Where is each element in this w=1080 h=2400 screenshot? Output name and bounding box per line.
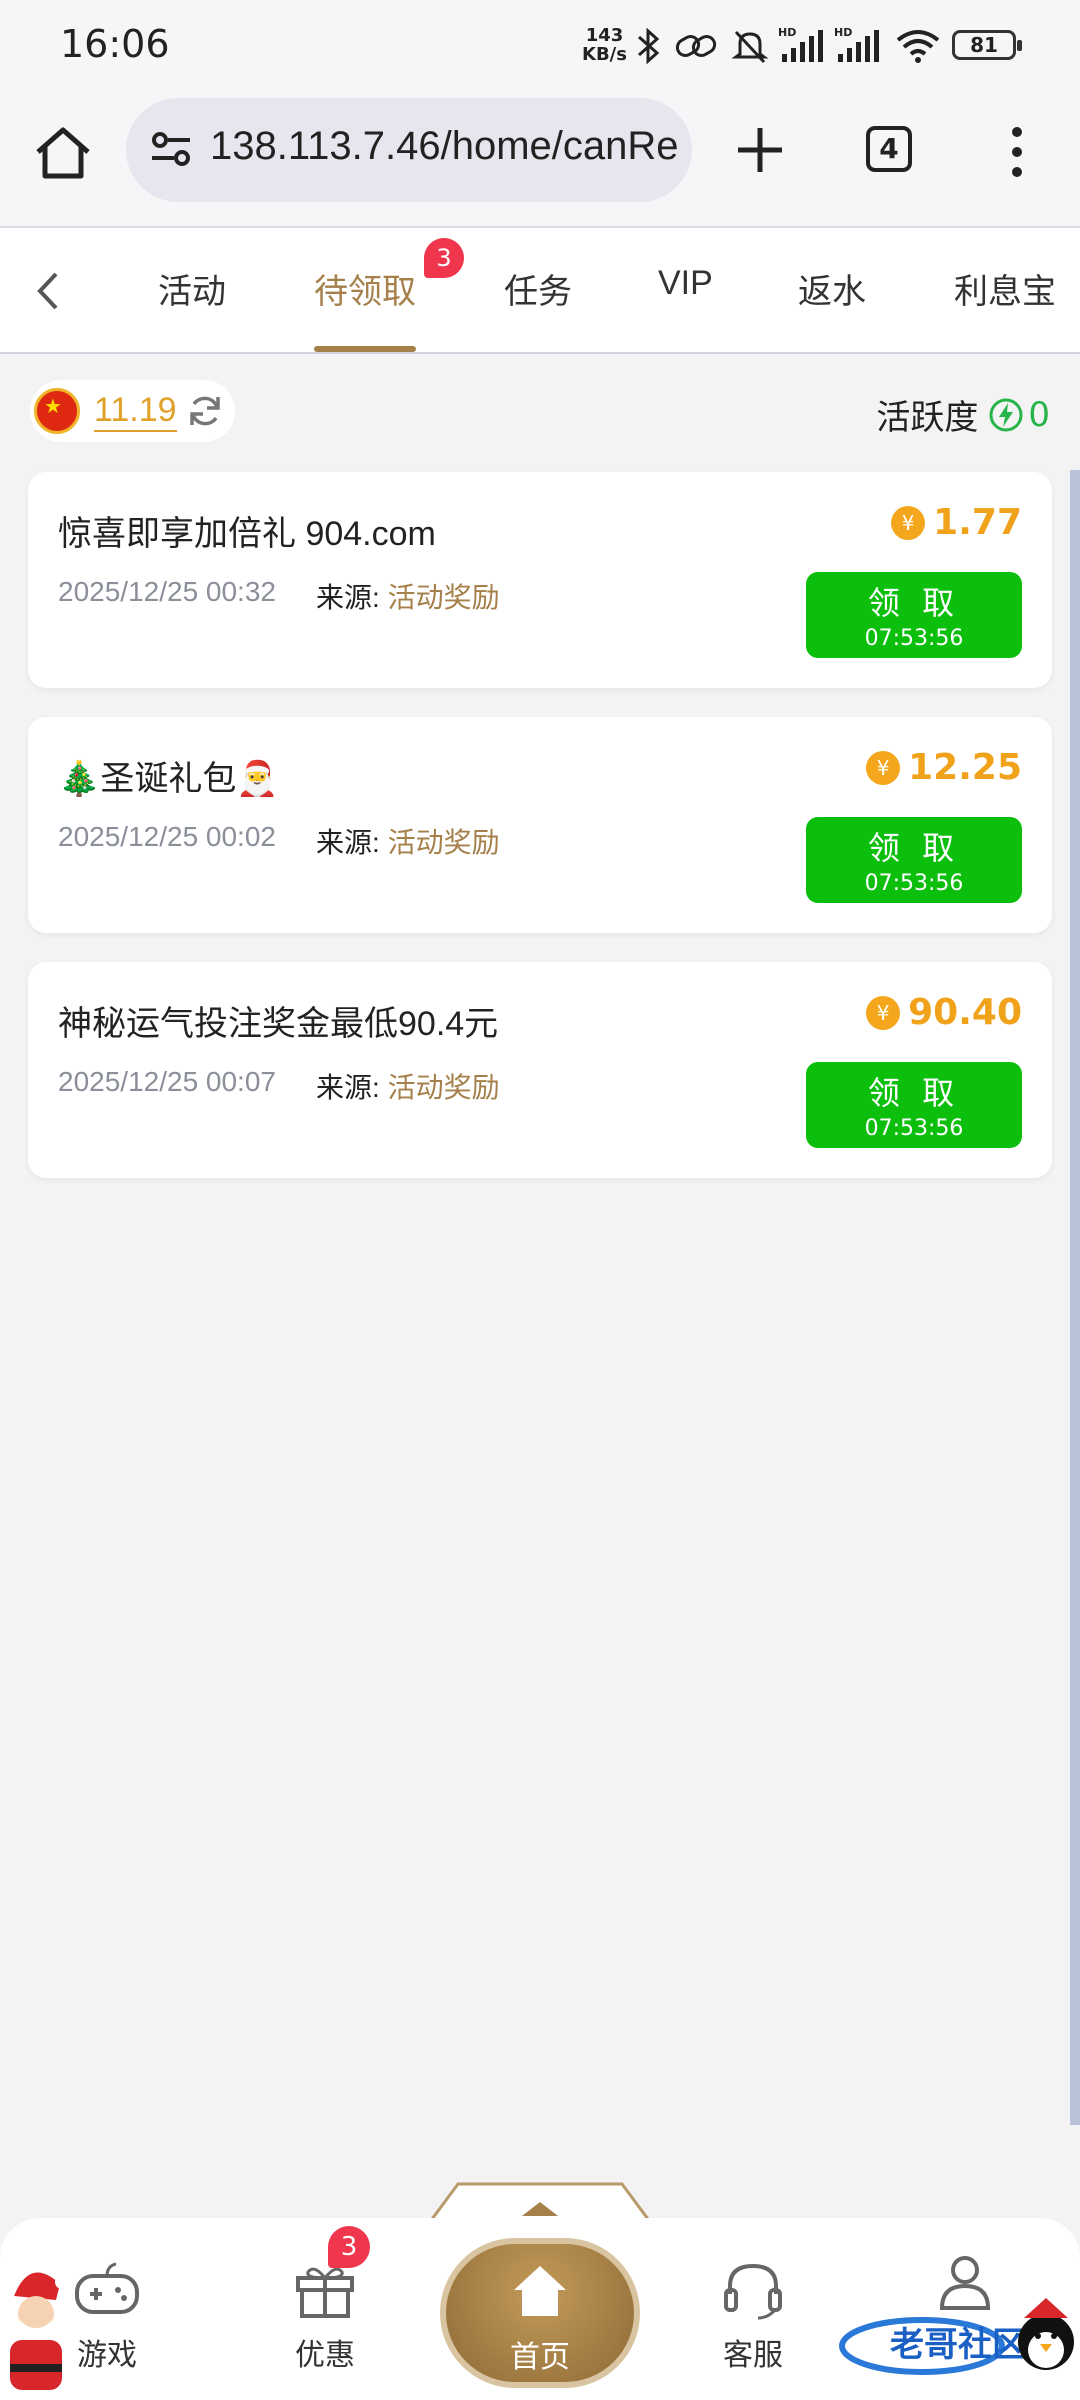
active-tab-indicator — [314, 346, 416, 352]
yen-coin-icon: ¥ — [866, 750, 901, 785]
pending-count-badge: 3 — [424, 238, 464, 278]
reward-date: 2025/12/25 00:07 — [58, 1066, 276, 1097]
address-bar[interactable]: 138.113.7.46/home/canRe — [126, 98, 692, 202]
reward-amount: ¥90.40 — [866, 992, 1022, 1033]
reward-date: 2025/12/25 00:02 — [58, 821, 276, 852]
tab-vip[interactable]: VIP — [658, 264, 713, 303]
house-icon — [514, 2266, 566, 2316]
reward-value: 12.25 — [908, 747, 1022, 788]
source-link[interactable]: 活动奖励 — [388, 827, 500, 858]
reward-title: 惊喜即享加倍礼 904.com — [58, 515, 436, 553]
offers-count-badge: 3 — [328, 2226, 370, 2268]
claim-button[interactable]: 领 取 07:53:56 — [806, 572, 1022, 658]
signal-1-icon: HD — [778, 24, 828, 68]
source-label: 来源: — [316, 827, 380, 858]
signal-2-icon: HD — [834, 24, 884, 68]
lightning-icon — [988, 397, 1024, 433]
back-chevron-icon[interactable] — [28, 266, 68, 316]
nav-service[interactable]: 客服 — [718, 2260, 788, 2374]
gift-icon — [290, 2260, 360, 2330]
reward-date: 2025/12/25 00:32 — [58, 576, 276, 607]
nav-offers[interactable]: 优惠 — [290, 2260, 360, 2374]
claim-label: 领 取 — [867, 829, 961, 867]
reward-title: 🎄圣诞礼包🎅 — [58, 760, 279, 798]
reward-source: 来源: 活动奖励 — [316, 576, 500, 616]
status-time: 16:06 — [60, 22, 170, 66]
status-bar: 16:06 143 KB/s HD HD 81 — [0, 0, 1080, 92]
balance-pill: ★ 11.19 — [30, 380, 235, 442]
balance-amount: 11.19 — [94, 391, 177, 432]
source-label: 来源: — [316, 582, 380, 613]
network-speed: 143 KB/s — [582, 26, 627, 64]
network-speed-value: 143 — [585, 25, 624, 46]
reward-source: 来源: 活动奖励 — [316, 1066, 500, 1106]
tab-activity[interactable]: 活动 — [158, 264, 226, 313]
scrollbar[interactable] — [1070, 470, 1080, 2125]
nav-games[interactable]: 游戏 — [72, 2260, 142, 2374]
tab-pending[interactable]: 待领取 — [314, 264, 416, 313]
source-label: 来源: — [316, 1072, 380, 1103]
reward-amount: ¥12.25 — [866, 747, 1022, 788]
claim-countdown: 07:53:56 — [864, 626, 964, 651]
svg-text:HD: HD — [834, 26, 852, 39]
svg-text:老哥社区: 老哥社区 — [890, 2325, 1026, 2365]
activity-value: 0 — [1028, 394, 1050, 435]
bluetooth-icon — [636, 24, 662, 68]
claim-countdown: 07:53:56 — [864, 871, 964, 896]
tab-tasks[interactable]: 任务 — [504, 264, 572, 313]
link-icon — [674, 24, 718, 68]
headset-icon — [718, 2260, 788, 2330]
reward-card: 神秘运气投注奖金最低90.4元 2025/12/25 00:07 来源: 活动奖… — [28, 962, 1052, 1178]
nav-service-label: 客服 — [723, 2338, 783, 2373]
tab-rebate[interactable]: 返水 — [798, 264, 866, 313]
reward-amount: ¥1.77 — [891, 502, 1022, 543]
browser-menu-icon[interactable] — [1000, 122, 1034, 182]
reward-source: 来源: 活动奖励 — [316, 821, 500, 861]
nav-home-label: 首页 — [510, 2340, 570, 2375]
network-speed-unit: KB/s — [582, 44, 627, 65]
reward-value: 90.40 — [908, 992, 1022, 1033]
yen-coin-icon: ¥ — [891, 505, 926, 540]
refresh-icon[interactable] — [185, 391, 225, 431]
category-tabs: 活动 待领取 3 任务 VIP 返水 利息宝 — [0, 228, 1080, 354]
url-text: 138.113.7.46/home/canRe — [210, 124, 679, 168]
browser-home-icon[interactable] — [30, 120, 96, 186]
site-settings-icon[interactable] — [148, 126, 194, 176]
tab-switcher-button[interactable]: 4 — [866, 126, 912, 172]
nav-home-button[interactable]: 首页 — [440, 2238, 640, 2388]
claim-countdown: 07:53:56 — [864, 1116, 964, 1141]
mute-bell-icon — [730, 24, 770, 68]
reward-title: 神秘运气投注奖金最低90.4元 — [58, 1005, 499, 1043]
battery-indicator: 81 — [952, 30, 1022, 60]
new-tab-icon[interactable] — [730, 120, 790, 180]
source-link[interactable]: 活动奖励 — [388, 582, 500, 613]
gamepad-icon — [72, 2260, 142, 2330]
browser-toolbar: 138.113.7.46/home/canRe 4 — [0, 92, 1080, 228]
wifi-icon — [894, 24, 942, 68]
claim-button[interactable]: 领 取 07:53:56 — [806, 817, 1022, 903]
nav-offers-label: 优惠 — [295, 2338, 355, 2373]
nav-games-label: 游戏 — [77, 2338, 137, 2373]
reward-value: 1.77 — [933, 502, 1022, 543]
activity-level: 活跃度 0 — [876, 390, 1050, 439]
claim-button[interactable]: 领 取 07:53:56 — [806, 1062, 1022, 1148]
tab-interest[interactable]: 利息宝 — [954, 264, 1056, 313]
watermark-logo: 老哥社区 — [839, 2298, 1074, 2375]
santa-decoration-icon — [10, 2272, 69, 2390]
claim-label: 领 取 — [867, 1074, 961, 1112]
activity-label: 活跃度 — [876, 398, 979, 438]
reward-card: 🎄圣诞礼包🎅 2025/12/25 00:02 来源: 活动奖励 ¥12.25 … — [28, 717, 1052, 933]
reward-card: 惊喜即享加倍礼 904.com 2025/12/25 00:32 来源: 活动奖… — [28, 472, 1052, 688]
source-link[interactable]: 活动奖励 — [388, 1072, 500, 1103]
china-flag-icon: ★ — [34, 388, 80, 434]
yen-coin-icon: ¥ — [866, 995, 901, 1030]
claim-label: 领 取 — [867, 584, 961, 622]
svg-text:HD: HD — [778, 26, 796, 39]
